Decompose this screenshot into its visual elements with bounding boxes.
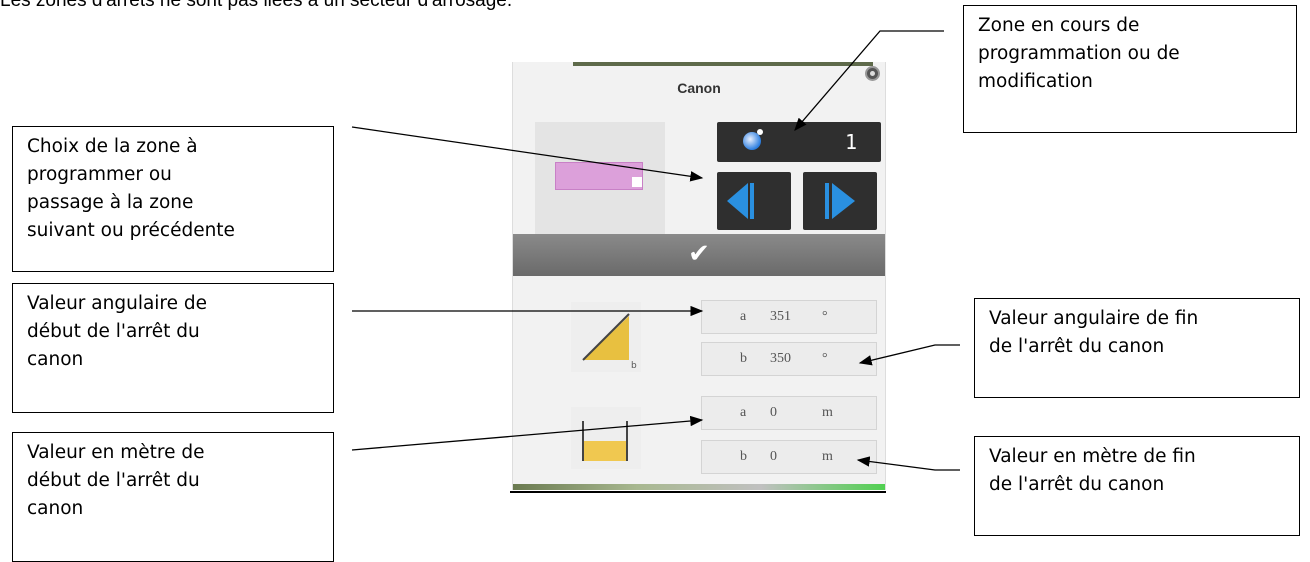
arrow-start-meter [351, 415, 704, 451]
arrow-end-meter [856, 456, 960, 471]
arrow-end-angle [858, 344, 960, 366]
callout-arrows [351, 30, 960, 471]
arrow-zone-choice [351, 126, 704, 182]
arrow-current-zone [794, 30, 944, 131]
